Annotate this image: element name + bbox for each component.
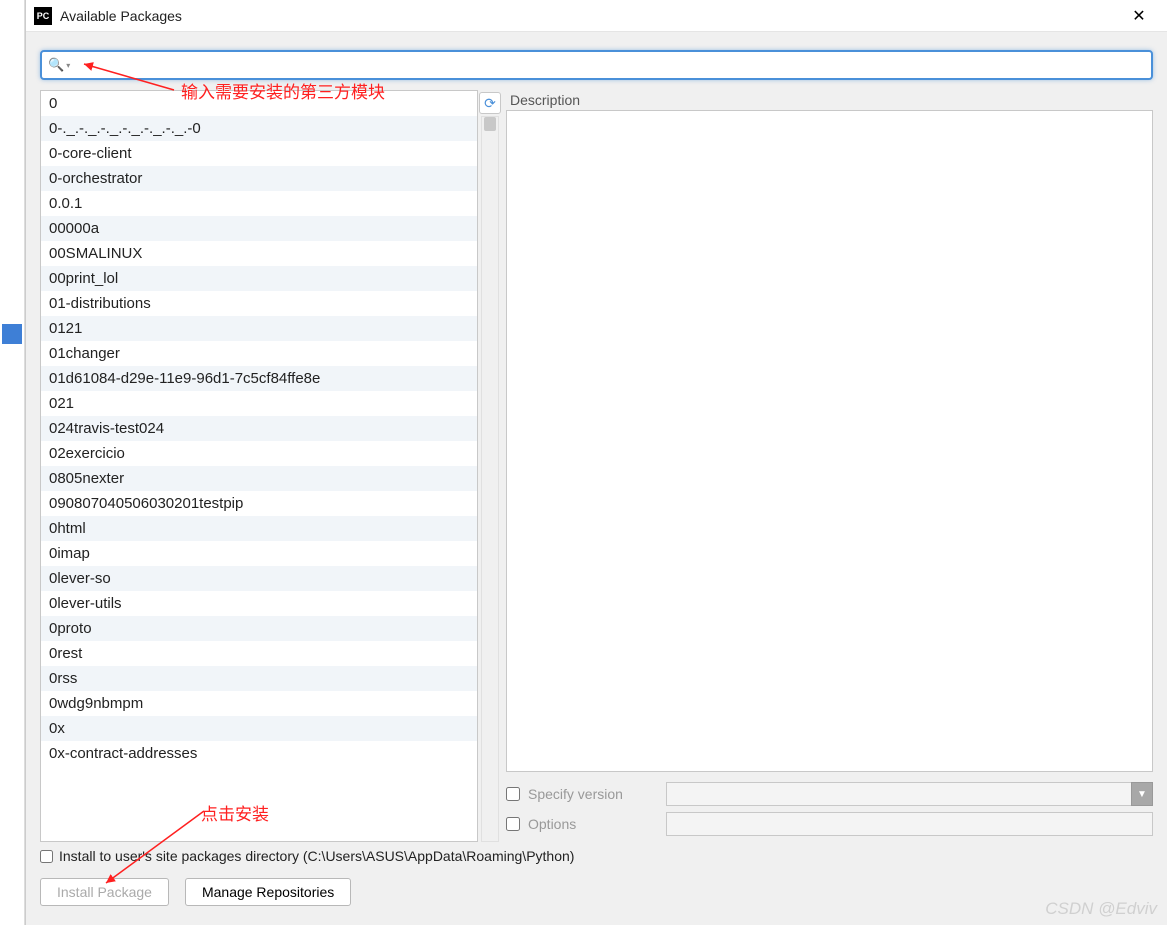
- package-item[interactable]: 024travis-test024: [41, 416, 477, 441]
- package-item[interactable]: 00000a: [41, 216, 477, 241]
- description-box: [506, 110, 1153, 772]
- package-item[interactable]: 0x-contract-addresses: [41, 741, 477, 766]
- scrollbar-thumb[interactable]: [484, 117, 496, 131]
- close-icon: ✕: [1132, 6, 1145, 26]
- details-column: Description Specify version ▼ Options: [506, 90, 1153, 842]
- package-item[interactable]: 01changer: [41, 341, 477, 366]
- package-item[interactable]: 0lever-utils: [41, 591, 477, 616]
- package-item[interactable]: 0imap: [41, 541, 477, 566]
- window-title: Available Packages: [60, 8, 182, 24]
- package-item[interactable]: 00SMALINUX: [41, 241, 477, 266]
- titlebar: PC Available Packages ✕: [26, 0, 1167, 32]
- install-user-site-label: Install to user's site packages director…: [59, 848, 574, 864]
- version-select[interactable]: ▼: [666, 782, 1153, 806]
- main-content: 00-._.-._.-._.-._.-._.-._.-00-core-clien…: [26, 90, 1167, 842]
- scrollbar-track[interactable]: [481, 116, 499, 842]
- options-input[interactable]: [666, 812, 1153, 836]
- package-item[interactable]: 0x: [41, 716, 477, 741]
- button-row: Install Package Manage Repositories: [40, 878, 1153, 906]
- search-box[interactable]: 🔍 ▾: [40, 50, 1153, 80]
- refresh-icon: ⟳: [484, 95, 496, 112]
- search-area: 🔍 ▾: [26, 32, 1167, 90]
- refresh-button[interactable]: ⟳: [479, 92, 501, 114]
- chevron-down-icon: ▼: [1137, 789, 1147, 800]
- package-item[interactable]: 00print_lol: [41, 266, 477, 291]
- specify-version-row: Specify version ▼: [506, 782, 1153, 806]
- package-item[interactable]: 0rest: [41, 641, 477, 666]
- package-item[interactable]: 0rss: [41, 666, 477, 691]
- description-label: Description: [506, 90, 1153, 110]
- install-package-button[interactable]: Install Package: [40, 878, 169, 906]
- package-item[interactable]: 01d61084-d29e-11e9-96d1-7c5cf84ffe8e: [41, 366, 477, 391]
- package-item[interactable]: 01-distributions: [41, 291, 477, 316]
- package-item[interactable]: 0.0.1: [41, 191, 477, 216]
- options-checkbox[interactable]: [506, 817, 520, 831]
- package-item[interactable]: 0-core-client: [41, 141, 477, 166]
- options-label: Options: [528, 816, 658, 832]
- package-list[interactable]: 00-._.-._.-._.-._.-._.-._.-00-core-clien…: [40, 90, 478, 842]
- install-user-site-row: Install to user's site packages director…: [40, 848, 1153, 864]
- version-select-field[interactable]: [666, 782, 1131, 806]
- package-item[interactable]: 090807040506030201testpip: [41, 491, 477, 516]
- package-item[interactable]: 0805nexter: [41, 466, 477, 491]
- package-item[interactable]: 0html: [41, 516, 477, 541]
- package-column: 00-._.-._.-._.-._.-._.-._.-00-core-clien…: [40, 90, 500, 842]
- available-packages-dialog: PC Available Packages ✕ 🔍 ▾ 00-._.-._.-.…: [25, 0, 1167, 925]
- gutter-highlight: [2, 324, 22, 344]
- package-item[interactable]: 02exercicio: [41, 441, 477, 466]
- install-user-site-checkbox[interactable]: [40, 850, 53, 863]
- version-select-button[interactable]: ▼: [1131, 782, 1153, 806]
- options-row: Options: [506, 812, 1153, 836]
- app-icon: PC: [34, 7, 52, 25]
- package-item[interactable]: 021: [41, 391, 477, 416]
- package-item[interactable]: 0wdg9nbmpm: [41, 691, 477, 716]
- package-item[interactable]: 0-orchestrator: [41, 166, 477, 191]
- chevron-down-icon[interactable]: ▾: [66, 61, 70, 70]
- package-item[interactable]: 0proto: [41, 616, 477, 641]
- close-button[interactable]: ✕: [1119, 2, 1159, 30]
- search-input[interactable]: [74, 52, 1145, 78]
- package-item[interactable]: 0lever-so: [41, 566, 477, 591]
- search-icon: 🔍: [48, 57, 64, 73]
- package-item[interactable]: 0-._.-._.-._.-._.-._.-._.-0: [41, 116, 477, 141]
- specify-version-checkbox[interactable]: [506, 787, 520, 801]
- specify-version-label: Specify version: [528, 786, 658, 802]
- package-item[interactable]: 0121: [41, 316, 477, 341]
- editor-gutter: [0, 0, 25, 925]
- package-item[interactable]: 0: [41, 91, 477, 116]
- bottom-area: Install to user's site packages director…: [26, 842, 1167, 920]
- manage-repositories-button[interactable]: Manage Repositories: [185, 878, 351, 906]
- list-controls: ⟳: [480, 90, 500, 842]
